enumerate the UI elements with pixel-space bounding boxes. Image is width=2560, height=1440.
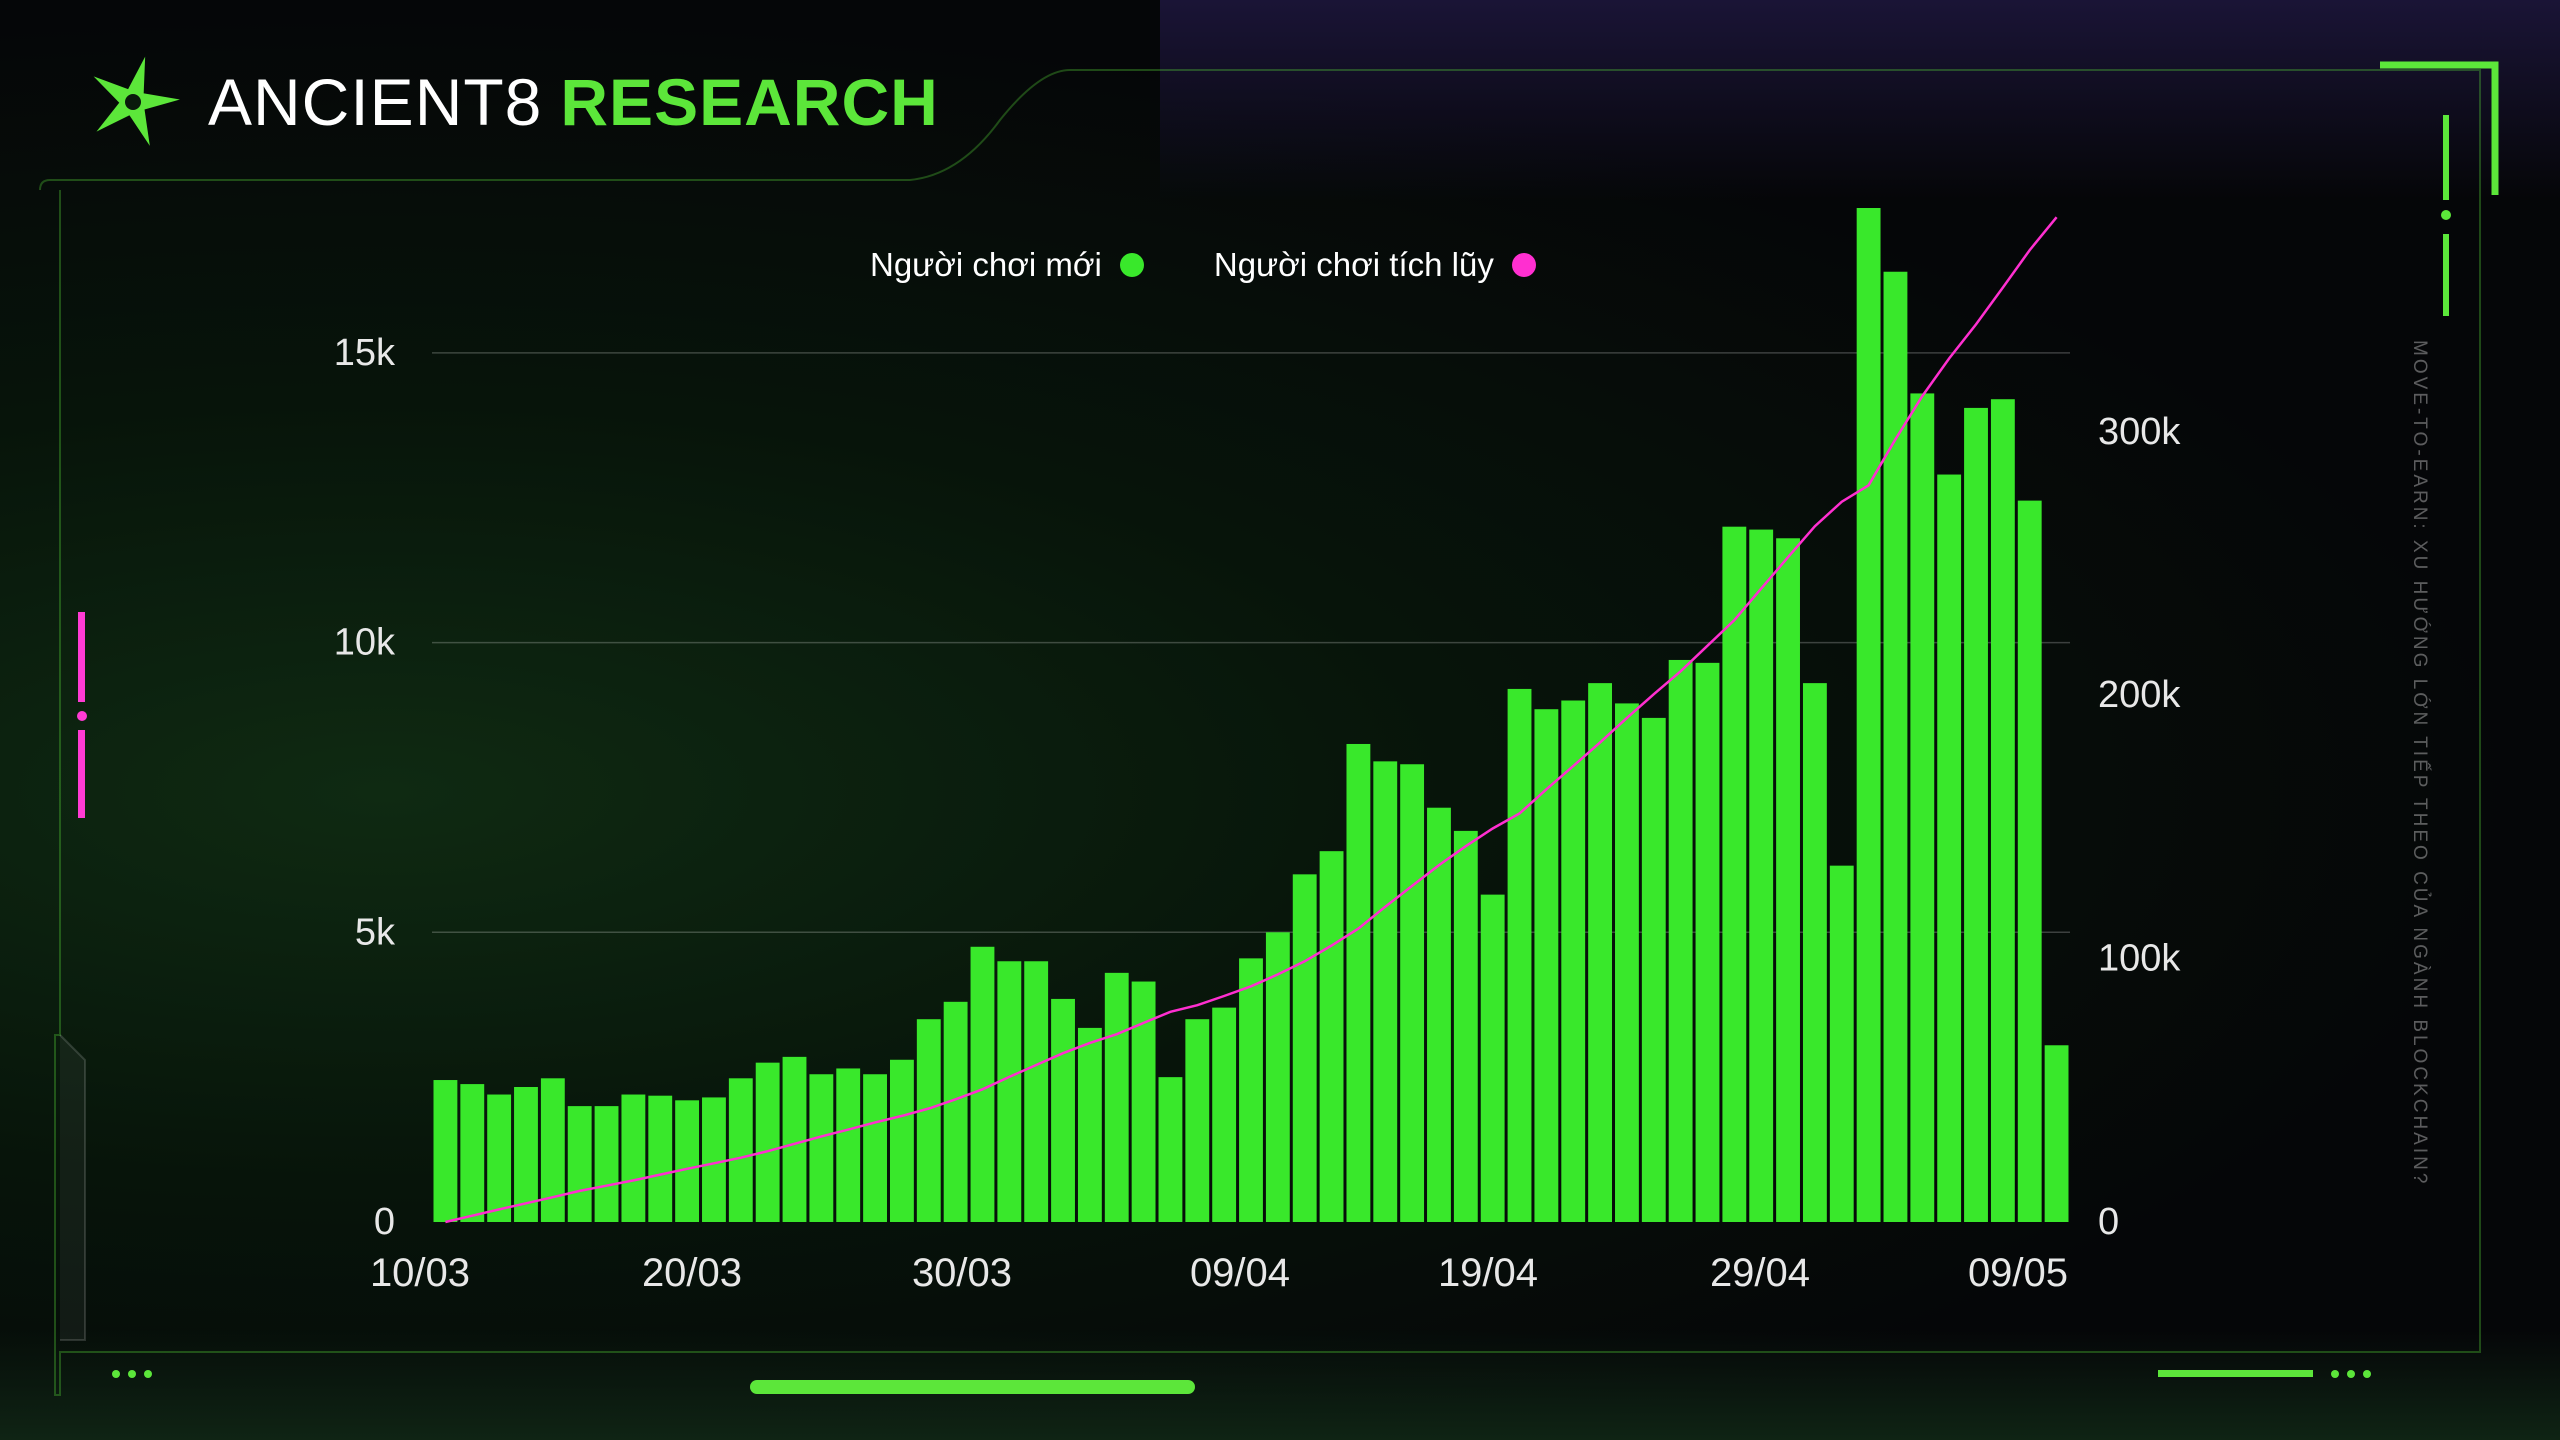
bar [702, 1097, 726, 1222]
bar [1964, 407, 1988, 1223]
bar [621, 1094, 646, 1222]
y-right-tick-label: 300k [2098, 411, 2181, 453]
y-left-tick-label: 15k [334, 332, 396, 374]
bar [1856, 208, 1881, 1222]
bar [1185, 1019, 1210, 1222]
bar [755, 1062, 780, 1222]
bar [1507, 688, 1532, 1222]
bar [1802, 683, 1827, 1222]
y-left-tick-label: 5k [355, 911, 396, 953]
bar [836, 1068, 861, 1222]
y-left-tick-label: 10k [334, 622, 396, 664]
bar [889, 1059, 914, 1222]
bar [1024, 961, 1049, 1222]
bar [1749, 529, 1774, 1222]
y-right-tick-label: 200k [2098, 674, 2181, 716]
bar [1668, 659, 1693, 1222]
bar [1641, 717, 1666, 1222]
bar [1373, 761, 1398, 1222]
bar [1615, 703, 1639, 1222]
chart: 0 5k 10k 15k 0 100k 200k 300k 10/03 20/03 30/03 09/… [334, 208, 2181, 1295]
bar [1427, 807, 1451, 1222]
bar [728, 1078, 753, 1222]
bar [809, 1074, 834, 1222]
bar [433, 1080, 458, 1222]
bar [1829, 865, 1854, 1222]
bar [2017, 500, 2042, 1222]
bar [1695, 662, 1720, 1222]
bar [1561, 700, 1586, 1222]
bar [540, 1078, 565, 1222]
bar [943, 1001, 968, 1222]
bar [1910, 393, 1935, 1223]
bar-series [433, 208, 2069, 1223]
bar [1776, 538, 1800, 1222]
bar [782, 1056, 807, 1222]
bar [1212, 1007, 1237, 1222]
bar [1400, 764, 1425, 1222]
y-left-tick-label: 0 [374, 1201, 395, 1243]
x-tick-label: 29/04 [1710, 1251, 1810, 1295]
bar [863, 1074, 887, 1222]
y-right-tick-label: 0 [2098, 1201, 2119, 1243]
bar [1453, 830, 1478, 1222]
bar [648, 1095, 673, 1222]
bar [460, 1084, 485, 1222]
bar [1077, 1027, 1102, 1222]
x-tick-label: 30/03 [912, 1251, 1012, 1295]
bar [1104, 972, 1129, 1222]
x-tick-label: 20/03 [642, 1251, 742, 1295]
x-tick-label: 09/05 [1968, 1251, 2068, 1295]
bar [1292, 874, 1317, 1222]
bar [1990, 399, 2015, 1222]
bar [916, 1019, 941, 1222]
bar [1480, 894, 1505, 1222]
bar [567, 1106, 592, 1222]
bar [2044, 1045, 2069, 1222]
x-tick-label: 09/04 [1190, 1251, 1290, 1295]
bar [594, 1106, 619, 1222]
bar [1722, 526, 1747, 1222]
bar [1883, 271, 1908, 1222]
bar [1534, 709, 1559, 1222]
bar [997, 961, 1022, 1222]
x-tick-label: 10/03 [370, 1251, 470, 1295]
bar [675, 1100, 700, 1222]
bar [1239, 958, 1263, 1222]
bar [1051, 998, 1075, 1222]
bar [1588, 683, 1613, 1222]
bar [1131, 981, 1156, 1222]
bar [1346, 743, 1371, 1222]
y-right-tick-label: 100k [2098, 938, 2181, 980]
bar [1158, 1077, 1183, 1222]
x-tick-label: 19/04 [1438, 1251, 1538, 1295]
bar [487, 1094, 512, 1222]
bar [1319, 851, 1344, 1222]
bar [1937, 474, 1962, 1223]
